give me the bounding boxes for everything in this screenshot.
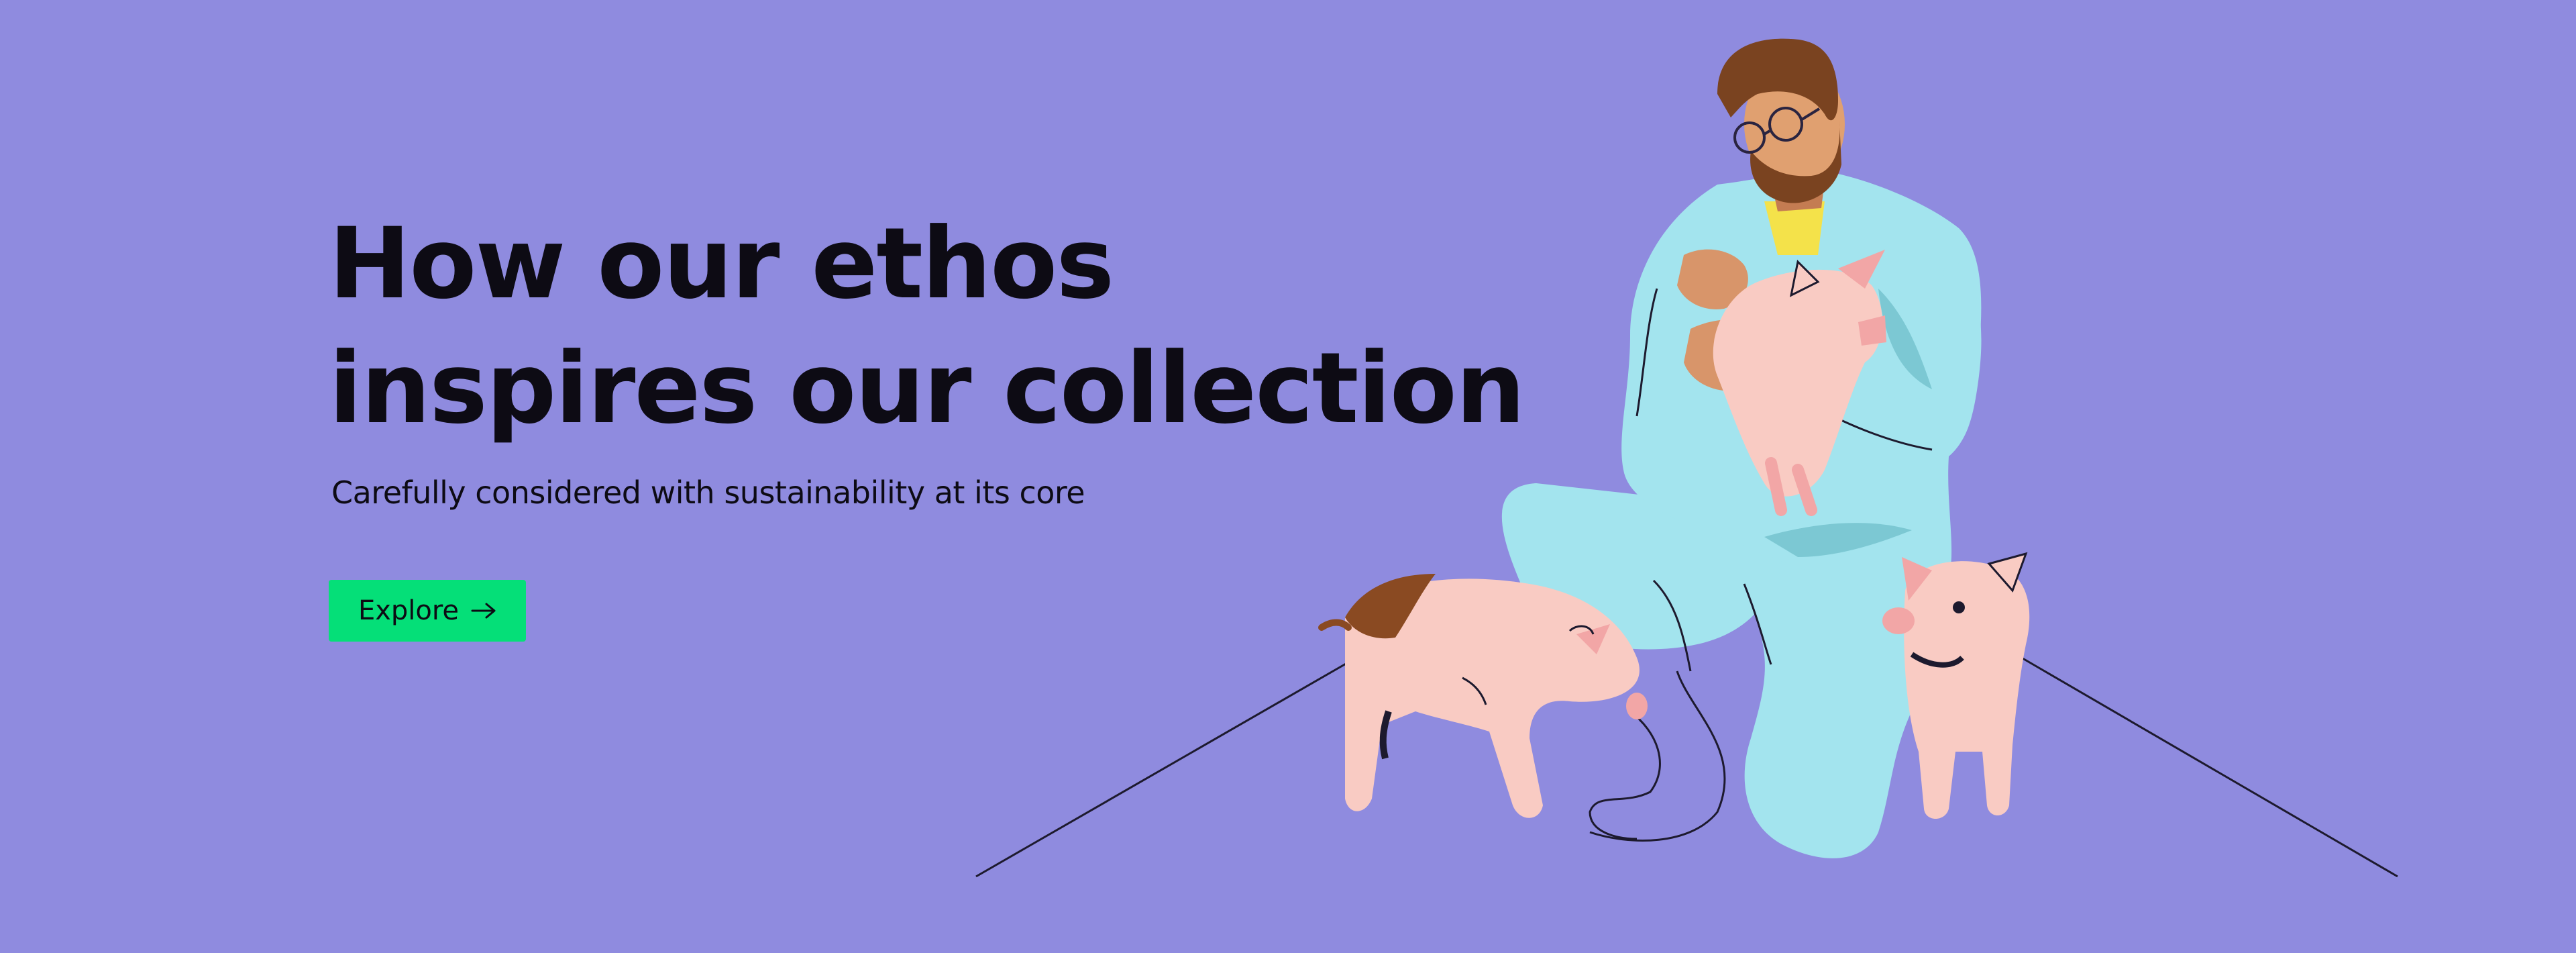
hero-banner: How our ethos inspires our collection Ca… bbox=[0, 0, 2576, 953]
pig-right-snout bbox=[1882, 607, 1915, 634]
pig-right-eye bbox=[1953, 601, 1965, 613]
floor-lines bbox=[975, 655, 2398, 878]
pig-right-body bbox=[1904, 561, 2030, 819]
farmer-with-pigs-illustration bbox=[975, 38, 2398, 878]
farmer bbox=[1501, 38, 1982, 858]
pig-left-snout bbox=[1626, 693, 1648, 719]
